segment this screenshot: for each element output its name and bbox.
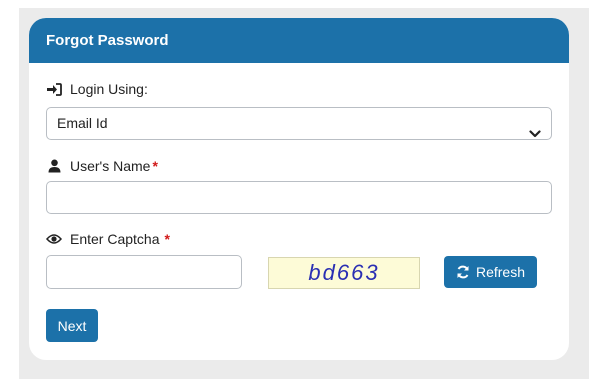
user-name-label: User's Name * [46, 158, 158, 174]
captcha-label: Enter Captcha * [46, 231, 170, 247]
user-icon [46, 158, 62, 174]
captcha-label-text: Enter Captcha [70, 231, 160, 247]
user-name-label-text: User's Name [70, 158, 151, 174]
captcha-image: bd663 [268, 257, 420, 289]
user-name-input[interactable] [46, 181, 552, 214]
required-mark: * [164, 231, 170, 247]
refresh-captcha-button[interactable]: Refresh [444, 256, 537, 288]
refresh-icon [456, 265, 470, 279]
forgot-password-card: Forgot Password Login Using: Email Id Us… [29, 18, 569, 360]
eye-icon [46, 231, 62, 247]
required-mark: * [152, 158, 158, 174]
sign-in-icon [46, 81, 62, 97]
card-title: Forgot Password [29, 18, 569, 63]
login-using-select[interactable]: Email Id [46, 107, 552, 140]
captcha-input[interactable] [46, 255, 242, 289]
login-using-label-text: Login Using: [70, 81, 148, 97]
chevron-down-icon [529, 119, 541, 138]
refresh-label: Refresh [475, 264, 526, 280]
login-using-selected-value: Email Id [57, 115, 108, 131]
login-using-label: Login Using: [46, 81, 148, 97]
next-button[interactable]: Next [46, 309, 98, 342]
